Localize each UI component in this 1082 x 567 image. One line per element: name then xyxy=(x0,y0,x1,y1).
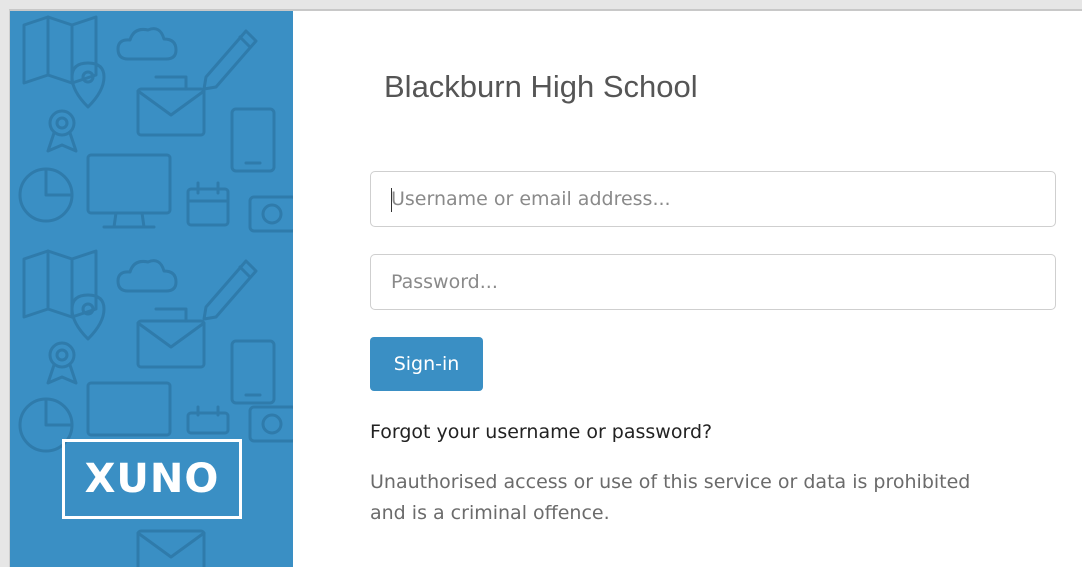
brand-panel: XUNO xyxy=(10,11,293,567)
envelope-icon xyxy=(136,307,206,369)
login-form: Blackburn High School Sign-in Forgot you… xyxy=(293,11,1082,567)
legal-notice: Unauthorised access or use of this servi… xyxy=(370,467,1070,529)
username-input[interactable] xyxy=(370,171,1056,227)
xuno-logo: XUNO xyxy=(62,439,242,519)
calendar-icon xyxy=(186,405,230,435)
password-input[interactable] xyxy=(370,254,1056,310)
award-icon xyxy=(46,109,78,153)
cloud-icon xyxy=(116,259,178,293)
envelope-icon xyxy=(136,529,206,567)
monitor-icon xyxy=(86,381,172,437)
legal-notice-line-1: Unauthorised access or use of this servi… xyxy=(370,471,971,493)
pie-chart-icon xyxy=(18,167,74,223)
login-window: XUNO Blackburn High School Sign-in Forgo… xyxy=(9,9,1082,567)
school-name: Blackburn High School xyxy=(384,69,698,104)
text-caret xyxy=(391,188,392,212)
location-pin-icon xyxy=(70,293,106,341)
pencil-icon xyxy=(202,29,258,91)
calendar-icon xyxy=(186,181,230,227)
map-icon xyxy=(22,249,98,319)
pencil-icon xyxy=(202,259,258,321)
tablet-icon xyxy=(230,339,276,405)
award-icon xyxy=(46,341,78,385)
camera-icon xyxy=(248,195,293,233)
envelope-icon xyxy=(136,75,206,137)
camera-icon xyxy=(248,405,293,443)
monitor-icon xyxy=(86,153,172,229)
cloud-icon xyxy=(116,27,178,61)
tablet-icon xyxy=(230,107,276,173)
legal-notice-line-2: and is a criminal offence. xyxy=(370,502,610,524)
forgot-credentials-link[interactable]: Forgot your username or password? xyxy=(370,421,712,443)
location-pin-icon xyxy=(70,61,106,109)
sign-in-button[interactable]: Sign-in xyxy=(370,337,483,391)
